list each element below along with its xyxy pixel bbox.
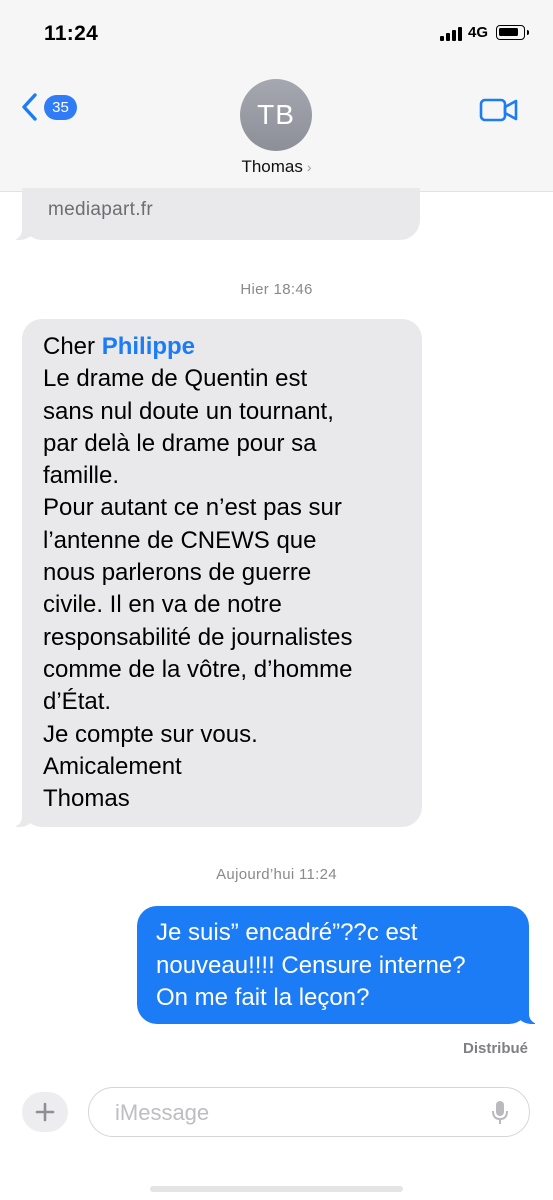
message-input[interactable]: iMessage: [88, 1087, 530, 1137]
message-body: Le drame de Quentin est sans nul doute u…: [43, 365, 353, 813]
message-text: Cher Philippe Le drame de Quentin est sa…: [43, 331, 413, 815]
contact-avatar[interactable]: TB: [240, 79, 312, 151]
apps-plus-button[interactable]: [22, 1092, 68, 1132]
contact-name-button[interactable]: Thomas ›: [0, 157, 553, 177]
timestamp: Hier 18:46: [240, 281, 313, 298]
signal-icon: [439, 25, 462, 41]
message-input-placeholder: iMessage: [115, 1100, 210, 1125]
status-time: 11:24: [44, 22, 99, 45]
mention-link[interactable]: Philippe: [102, 333, 195, 360]
unread-count-badge: 35: [44, 94, 77, 120]
network-type: 4G: [467, 24, 488, 41]
video-camera-icon[interactable]: [479, 97, 519, 123]
message-bubble-incoming[interactable]: Cher Philippe Le drame de Quentin est sa…: [10, 319, 422, 827]
home-indicator: [150, 1186, 403, 1192]
status-indicators: 4G: [439, 24, 529, 41]
chevron-left-icon: [22, 93, 37, 121]
message-body: Je suis” encadré”??c est nouveau!!!! Cen…: [156, 919, 466, 1011]
message-bubble-outgoing[interactable]: Je suis” encadré”??c est nouveau!!!! Cen…: [137, 906, 541, 1024]
delivery-status: Distribué: [462, 1040, 528, 1057]
link-preview-domain[interactable]: mediapart.fr: [48, 199, 153, 221]
conversation-header: 11:24 4G 35 TB Thomas ›: [0, 0, 553, 192]
contact-name: Thomas: [241, 157, 303, 176]
microphone-icon[interactable]: [491, 1100, 509, 1126]
plus-icon: [35, 1102, 55, 1122]
greeting-text: Cher: [43, 333, 102, 360]
chevron-right-icon: ›: [306, 159, 312, 175]
message-bubble-incoming[interactable]: mediapart.fr: [10, 188, 420, 240]
back-button[interactable]: 35: [20, 92, 77, 122]
battery-icon: [496, 25, 529, 40]
timestamp: Aujourd’hui 11:24: [216, 866, 337, 883]
